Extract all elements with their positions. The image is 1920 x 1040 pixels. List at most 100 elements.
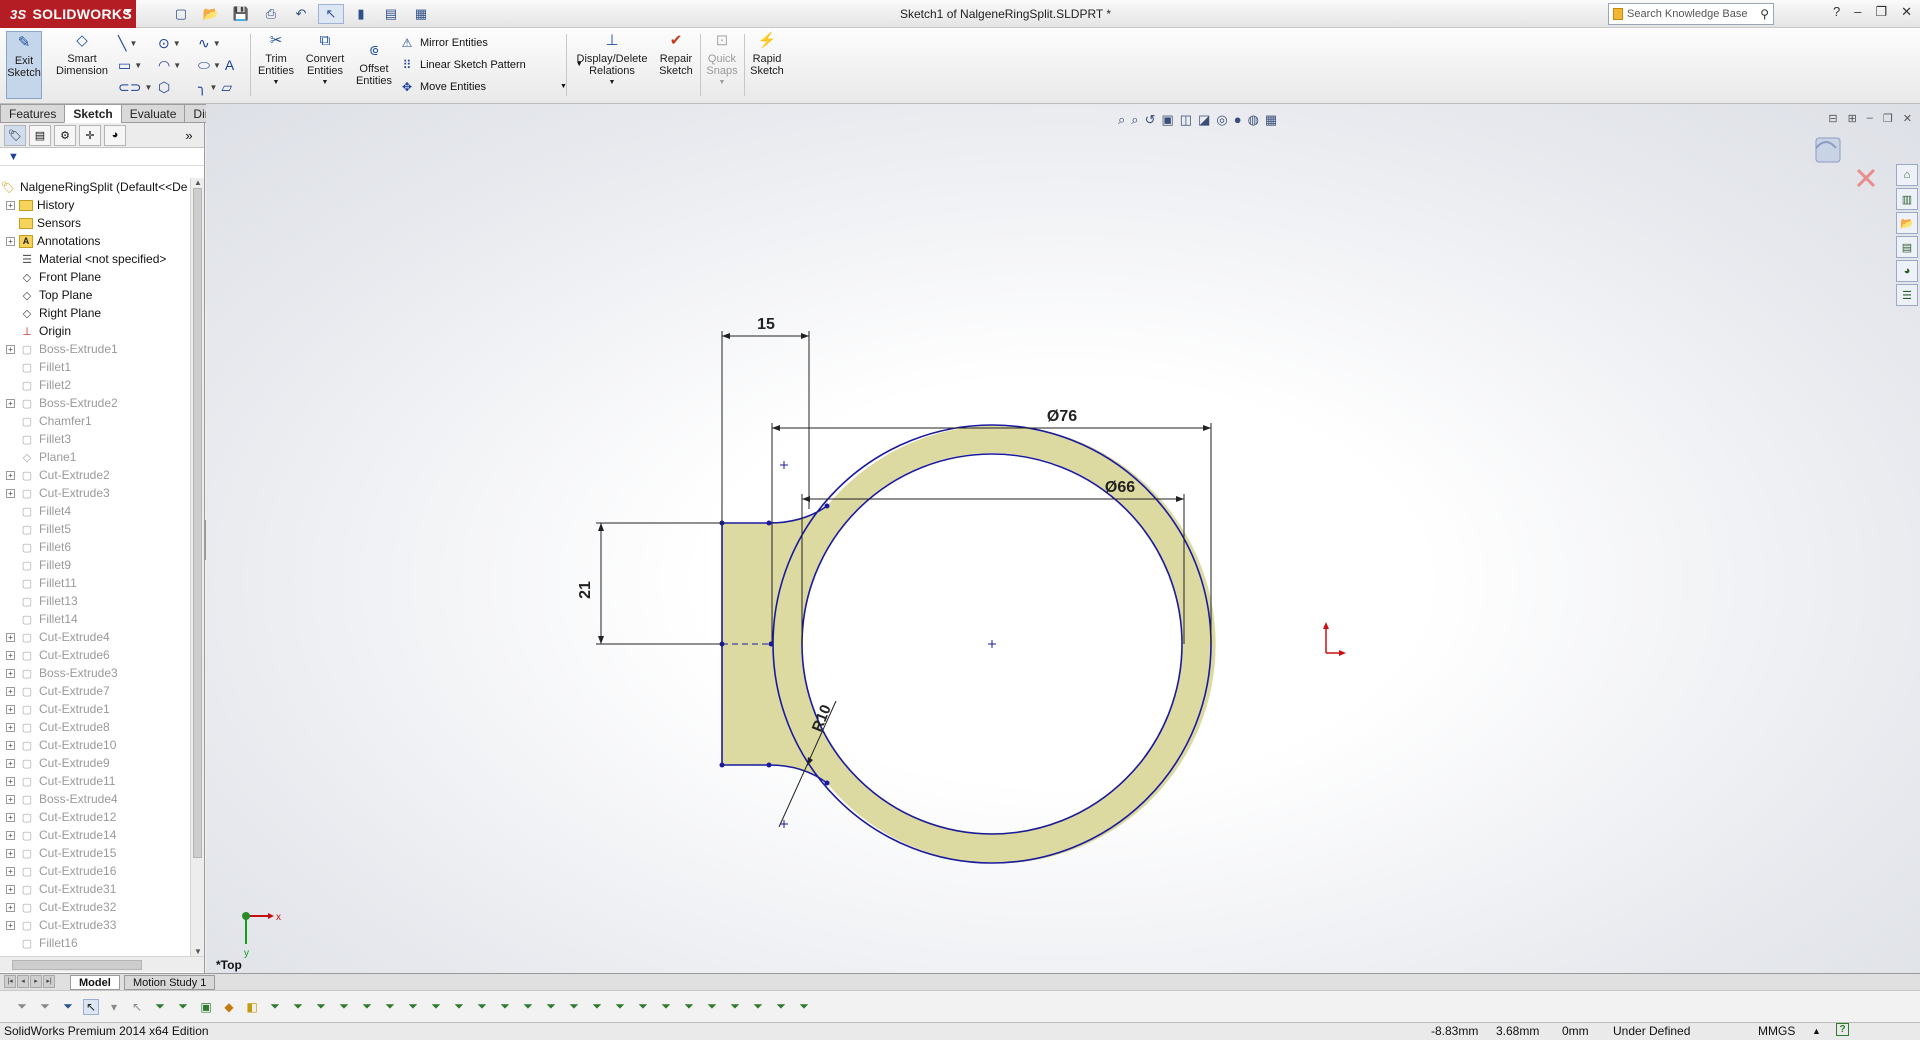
tree-horizontal-scrollbar[interactable] <box>0 956 204 972</box>
solidworks-resources-icon[interactable]: ⌂ <box>1896 164 1918 186</box>
filter-datum-features-icon[interactable]: ⏷ <box>704 999 720 1015</box>
select-arrow-icon[interactable]: ↖ <box>83 998 99 1015</box>
chevron-down-icon[interactable]: ▼ <box>322 77 329 89</box>
filter-revision-symbols-icon[interactable]: ⏷ <box>773 999 789 1015</box>
tree-item-cut-extrude11[interactable]: + ▢ Cut-Extrude11 <box>0 772 190 790</box>
filter-sketch-segments-icon[interactable]: ⏷ <box>336 999 352 1015</box>
tree-item-cut-extrude16[interactable]: + ▢ Cut-Extrude16 <box>0 862 190 880</box>
spline-tool[interactable]: ∿ ▼ <box>198 32 234 54</box>
rebuild-icon[interactable]: ▮ <box>348 4 374 24</box>
filter-cosmetic-threads-icon[interactable]: ⏷ <box>566 999 582 1015</box>
filter-balloons-icon[interactable]: ⏷ <box>750 999 766 1015</box>
sketch-point[interactable] <box>719 762 725 768</box>
tree-item-boss-extrude4[interactable]: + ▢ Boss-Extrude4 <box>0 790 190 808</box>
plane-tool-icon[interactable]: ▱ <box>221 79 232 96</box>
tree-item-top-plane[interactable]: ◇ Top Plane <box>0 286 190 304</box>
tree-item-cut-extrude7[interactable]: + ▢ Cut-Extrude7 <box>0 682 190 700</box>
tree-item-cut-extrude12[interactable]: + ▢ Cut-Extrude12 <box>0 808 190 826</box>
expand-icon[interactable]: + <box>6 632 15 642</box>
feature-manager-tree-icon[interactable]: 🏷 <box>4 124 26 146</box>
appearances-scenes-icon[interactable]: ◕ <box>1896 260 1918 282</box>
property-manager-icon[interactable]: ▤ <box>29 124 51 146</box>
filter-faces-icon[interactable]: ▣ <box>198 999 214 1015</box>
file-properties-icon[interactable]: ▤ <box>378 4 404 24</box>
filter-centerline-icon[interactable]: ⏷ <box>405 999 421 1015</box>
arc-tool[interactable]: ◠ ▼ <box>158 54 194 76</box>
filter-dimensions-icon[interactable]: ⏷ <box>428 999 444 1015</box>
tree-item-fillet9[interactable]: ▢ Fillet9 <box>0 556 190 574</box>
dimxpert-manager-icon[interactable]: ✛ <box>79 124 101 146</box>
chevron-down-icon[interactable]: ▼ <box>213 39 221 48</box>
search-input[interactable]: Search Knowledge Base <box>1627 8 1747 20</box>
display-delete-relations-button[interactable]: ⊥ Display/Delete Relations ▼ <box>572 32 652 89</box>
tree-item-cut-extrude3[interactable]: + ▢ Cut-Extrude3 <box>0 484 190 502</box>
scroll-thumb[interactable] <box>193 188 202 858</box>
filter-routing-points-icon[interactable]: ⏷ <box>658 999 674 1015</box>
filter-axes-icon[interactable]: ⏷ <box>267 999 283 1015</box>
tree-item-fillet5[interactable]: ▢ Fillet5 <box>0 520 190 538</box>
filter-vertices-icon[interactable]: ⏷ <box>152 999 168 1015</box>
smart-dimension-button[interactable]: ◇ Smart Dimension <box>52 32 112 77</box>
filter-dowel-pins-icon[interactable]: ⏷ <box>612 999 628 1015</box>
tree-item-plane1[interactable]: ◇ Plane1 <box>0 448 190 466</box>
unit-system-selector[interactable]: MMGS <box>1758 1023 1795 1040</box>
expand-panel-icon[interactable]: » <box>178 125 200 146</box>
filter-datum-targets-icon[interactable]: ⏷ <box>543 999 559 1015</box>
line-tool[interactable]: ╲ ▼ <box>118 32 154 54</box>
design-library-icon[interactable]: ▥ <box>1896 188 1918 210</box>
filter-weld-symbols-icon[interactable]: ⏷ <box>520 999 536 1015</box>
filter-notes-icon[interactable]: ⏷ <box>497 999 513 1015</box>
tab-features[interactable]: Features <box>0 104 66 123</box>
graphics-area[interactable]: ⌕ ⌕ ↺ ▣ ◫ ◪ ◎ ● ◍ ▦ ⊟ ⊞ – ❐ ✕ 15 Ø76 Ø66… <box>206 104 1920 973</box>
filter-sketch-text-icon[interactable]: ⏷ <box>796 999 812 1015</box>
expand-icon[interactable]: + <box>6 776 15 786</box>
tree-item-material-not-specified[interactable]: ☰ Material <not specified> <box>0 250 190 268</box>
expand-icon[interactable]: + <box>6 686 15 696</box>
tree-item-cut-extrude1[interactable]: + ▢ Cut-Extrude1 <box>0 700 190 718</box>
tree-item-fillet16[interactable]: ▢ Fillet16 <box>0 934 190 952</box>
filter-center-marks-icon[interactable]: ⏷ <box>382 999 398 1015</box>
tree-item-fillet4[interactable]: ▢ Fillet4 <box>0 502 190 520</box>
expand-icon[interactable]: + <box>6 740 15 750</box>
tree-item-fillet1[interactable]: ▢ Fillet1 <box>0 358 190 376</box>
tab-sketch[interactable]: Sketch <box>64 104 122 123</box>
last-tab-icon[interactable]: ▸| <box>43 975 55 988</box>
tree-item-boss-extrude3[interactable]: + ▢ Boss-Extrude3 <box>0 664 190 682</box>
expand-icon[interactable]: + <box>6 920 15 930</box>
chevron-down-icon[interactable]: ▼ <box>173 39 181 48</box>
tab-evaluate[interactable]: Evaluate <box>120 104 186 123</box>
filter-geometric-tolerance-icon[interactable]: ⏷ <box>474 999 490 1015</box>
offset-entities-button[interactable]: ⟃ Offset Entities <box>354 42 394 87</box>
trim-entities-button[interactable]: ✂ Trim Entities ▼ <box>256 32 296 89</box>
tree-item-cut-extrude10[interactable]: + ▢ Cut-Extrude10 <box>0 736 190 754</box>
new-document-icon[interactable]: ▢ <box>168 4 194 24</box>
expand-icon[interactable]: + <box>6 812 15 822</box>
custom-properties-icon[interactable]: ☰ <box>1896 284 1918 306</box>
chevron-down-icon[interactable]: ▼ <box>213 61 221 70</box>
expand-icon[interactable]: + <box>6 794 15 804</box>
chevron-down-icon[interactable]: ▼ <box>719 77 726 89</box>
sketch-point[interactable] <box>766 520 772 526</box>
tree-item-fillet6[interactable]: ▢ Fillet6 <box>0 538 190 556</box>
prev-tab-icon[interactable]: ◂ <box>17 975 29 988</box>
expand-icon[interactable]: + <box>6 830 15 840</box>
expand-icon[interactable]: + <box>6 650 15 660</box>
filter-hole-callouts-icon[interactable]: ⏷ <box>727 999 743 1015</box>
open-folder-icon[interactable]: 📂 <box>198 4 224 24</box>
expand-icon[interactable]: + <box>6 704 15 714</box>
expand-icon[interactable]: + <box>6 344 15 354</box>
expand-icon[interactable]: + <box>6 668 15 678</box>
tree-item-cut-extrude15[interactable]: + ▢ Cut-Extrude15 <box>0 844 190 862</box>
clear-filters-icon[interactable]: ⏷ <box>37 999 53 1015</box>
search-knowledge-base[interactable]: Search Knowledge Base ⚲ <box>1608 3 1774 25</box>
sketch-region[interactable] <box>722 425 1216 864</box>
options-icon[interactable]: ▦ <box>408 4 434 24</box>
tree-item-cut-extrude4[interactable]: + ▢ Cut-Extrude4 <box>0 628 190 646</box>
text-icon[interactable]: A <box>225 57 234 73</box>
tree-item-annotations[interactable]: + A Annotations <box>0 232 190 250</box>
filter-mid-faces-icon[interactable]: ⏷ <box>681 999 697 1015</box>
tree-item-fillet13[interactable]: ▢ Fillet13 <box>0 592 190 610</box>
tree-item-fillet3[interactable]: ▢ Fillet3 <box>0 430 190 448</box>
restore-icon[interactable]: ❐ <box>1875 4 1887 20</box>
scroll-thumb[interactable] <box>12 960 142 970</box>
